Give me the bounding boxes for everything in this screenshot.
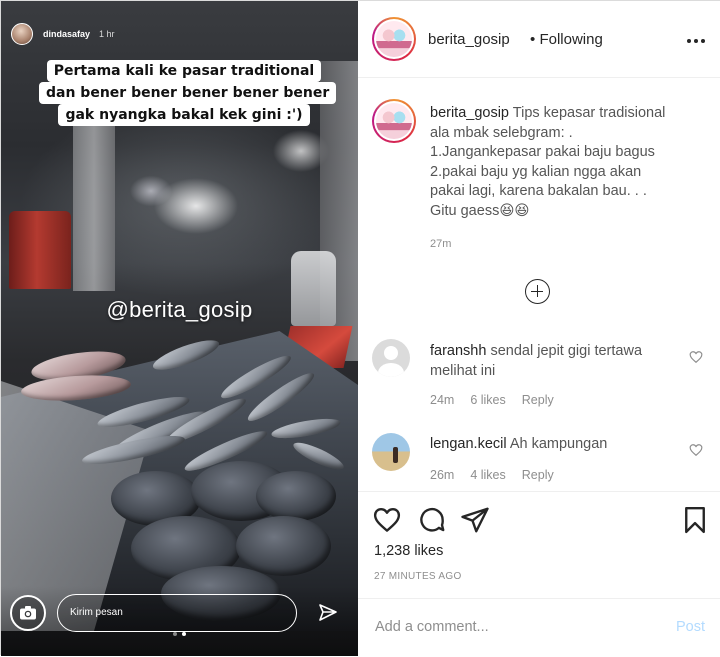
reply-button[interactable]: Reply — [522, 393, 554, 407]
follow-status-label: Following — [539, 31, 603, 48]
post-actions: 1,238 likes 27 MINUTES AGO Add a comment… — [358, 491, 720, 656]
story-username: dindasafay — [43, 29, 91, 39]
follow-status[interactable]: • Following — [530, 31, 603, 48]
story-user: dindasafay 1 hr — [11, 23, 115, 45]
comment-body: Ah kampungan — [509, 436, 608, 452]
caption-avatar[interactable] — [372, 99, 416, 143]
add-comment-bar: Add a comment... Post — [358, 598, 720, 657]
add-comment-input[interactable]: Add a comment... — [375, 619, 489, 635]
likes-count[interactable]: 1,238 likes — [374, 543, 443, 559]
plus-circle-icon[interactable] — [525, 279, 550, 304]
heart-icon[interactable] — [689, 443, 703, 457]
bookmark-icon[interactable] — [680, 505, 710, 535]
comment-time: 24m — [430, 393, 455, 407]
comment-time: 26m — [430, 468, 455, 482]
post-comment-button[interactable]: Post — [676, 619, 705, 635]
story-avatar — [11, 23, 33, 45]
author-username[interactable]: berita_gosip — [428, 31, 510, 48]
share-icon[interactable] — [460, 505, 490, 535]
commenter-avatar[interactable] — [372, 339, 410, 377]
story-caption-line: Pertama kali ke pasar traditional — [46, 60, 322, 82]
post-timestamp: 27 MINUTES AGO — [374, 571, 462, 582]
caption-line: ala mbak selebgram: . — [430, 124, 573, 141]
heart-icon[interactable] — [372, 505, 402, 535]
comment-likes[interactable]: 6 likes — [470, 393, 505, 407]
post-panel: berita_gosip • Following berita_gosip Ti… — [358, 1, 720, 656]
story-caption-line: gak nyangka bakal kek gini :') — [58, 104, 310, 126]
market-pillar — [73, 121, 115, 291]
caption-line: 1.Jangankepasar pakai baju bagus — [430, 144, 655, 161]
comment-text: faranshh sendal jepit gigi tertawa melih… — [430, 341, 675, 381]
comment-likes[interactable]: 4 likes — [470, 468, 505, 482]
caption-line: 2.pakai baju yg kalian ngga akan — [430, 163, 642, 180]
fish — [236, 516, 331, 576]
comment-icon[interactable] — [417, 505, 447, 535]
story-caption: Pertama kali ke pasar traditional dan be… — [39, 60, 337, 126]
story-message-input: Kirim pesan — [57, 594, 297, 632]
header-separator: • — [530, 31, 536, 48]
comment-body: melihat ini — [430, 363, 496, 379]
commenter-avatar[interactable] — [372, 433, 410, 471]
caption-username[interactable]: berita_gosip — [430, 105, 509, 121]
more-icon[interactable] — [687, 33, 707, 49]
camera-icon — [10, 595, 46, 631]
reply-button[interactable]: Reply — [522, 468, 554, 482]
carousel-dot — [173, 632, 177, 636]
story-time: 1 hr — [99, 29, 115, 39]
caption-line: pakai lagi, karena bakalan bau. . . — [430, 183, 647, 200]
watermark: @berita_gosip — [106, 297, 253, 322]
comment-meta: 24m 6 likes Reply — [430, 393, 554, 407]
author-avatar[interactable] — [372, 17, 416, 61]
story-caption-line: dan bener bener bener bener bener — [39, 82, 337, 104]
instagram-post-frame: dindasafay 1 hr Pertama kali ke pasar tr… — [0, 0, 720, 656]
carousel-dots — [1, 632, 358, 636]
caption-time: 27m — [430, 238, 452, 250]
fish — [256, 471, 336, 521]
comment-username[interactable]: lengan.kecil — [430, 436, 507, 452]
post-caption: berita_gosip Tips kepasar tradisional al… — [430, 104, 705, 222]
caption-line: Gitu gaess😆😆 — [430, 202, 530, 219]
carousel-dot-active — [182, 632, 186, 636]
comment-text: lengan.kecil Ah kampungan — [430, 434, 675, 454]
comment-meta: 26m 4 likes Reply — [430, 468, 554, 482]
red-drum — [9, 211, 71, 289]
comment-username[interactable]: faranshh — [430, 343, 486, 359]
caption-line: Tips kepasar tradisional — [512, 105, 666, 121]
post-photo[interactable]: dindasafay 1 hr Pertama kali ke pasar tr… — [1, 1, 358, 656]
send-icon — [317, 602, 339, 624]
heart-icon[interactable] — [689, 350, 703, 364]
post-header: berita_gosip • Following — [358, 1, 720, 78]
comment-body: sendal jepit gigi tertawa — [490, 343, 643, 359]
